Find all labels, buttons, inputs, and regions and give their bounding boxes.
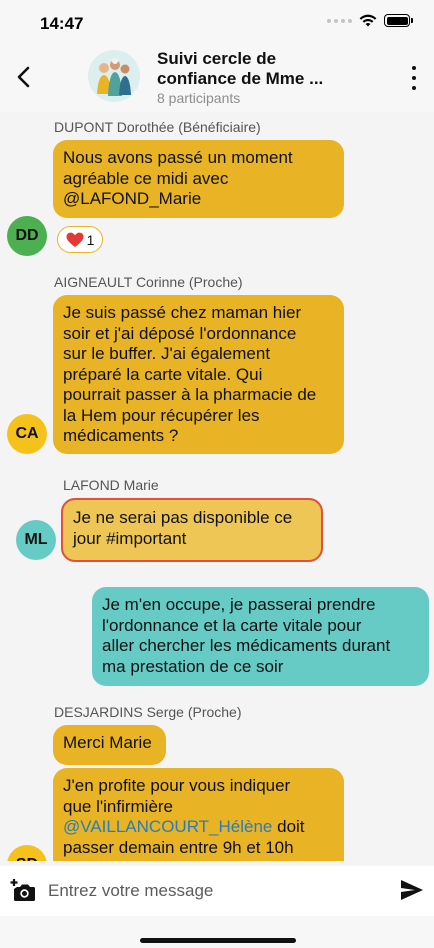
reaction-badge[interactable]: 1 bbox=[57, 226, 103, 253]
message-line: médicaments ? bbox=[63, 426, 179, 445]
sender-name: LAFOND Marie bbox=[63, 477, 159, 493]
chevron-left-icon bbox=[17, 66, 30, 88]
status-icons bbox=[327, 14, 413, 27]
message-line: Je suis passé chez maman hier bbox=[63, 303, 302, 322]
more-dot bbox=[412, 76, 416, 80]
avatar[interactable]: ML bbox=[16, 520, 56, 560]
heart-icon bbox=[66, 232, 84, 247]
important-message-bubble[interactable]: Je ne serai pas disponible ce jour #impo… bbox=[61, 498, 323, 562]
group-avatar[interactable] bbox=[88, 50, 140, 102]
sender-name: DESJARDINS Serge (Proche) bbox=[54, 704, 242, 720]
participants-count: 8 participants bbox=[157, 90, 241, 106]
message-line: la Hem pour récupérer les bbox=[63, 405, 260, 425]
send-icon bbox=[401, 880, 423, 900]
wifi-icon bbox=[359, 14, 377, 27]
message-line: Je ne serai pas disponible ce bbox=[73, 508, 293, 527]
battery-icon bbox=[384, 14, 413, 27]
message-line: @LAFOND_Marie bbox=[63, 189, 202, 208]
message-line: préparé la carte vitale. Qui bbox=[63, 364, 263, 384]
message-text: doit bbox=[272, 817, 305, 836]
message-line: Merci Marie bbox=[63, 733, 152, 752]
message-bubble[interactable]: Nous avons passé un moment agréable ce m… bbox=[53, 140, 344, 218]
family-illustration-icon bbox=[88, 50, 140, 102]
more-dot bbox=[412, 86, 416, 90]
message-line: agréable ce midi avec bbox=[63, 168, 229, 188]
group-title-line-2: confiance de Mme ... bbox=[157, 69, 324, 88]
message-line: soir et j'ai déposé l'ordonnance bbox=[63, 323, 297, 343]
message-line: l'ordonnance et la carte vitale pour bbox=[102, 615, 362, 635]
message-line: que l'infirmière bbox=[63, 796, 174, 816]
more-dot bbox=[412, 66, 416, 70]
sender-name: DUPONT Dorothée (Bénéficiaire) bbox=[54, 119, 261, 135]
sender-name: AIGNEAULT Corinne (Proche) bbox=[54, 274, 243, 290]
message-line: jour #important bbox=[73, 528, 187, 548]
message-line: J'en profite pour vous indiquer bbox=[63, 776, 291, 795]
cellular-signal-icon bbox=[327, 18, 352, 23]
status-bar: 14:47 bbox=[0, 0, 434, 44]
group-title-line-1: Suivi cercle de bbox=[157, 49, 277, 68]
camera-button[interactable] bbox=[10, 878, 36, 902]
avatar[interactable]: CA bbox=[7, 414, 47, 454]
message-line: @VAILLANCOURT_Hélène doit bbox=[63, 817, 334, 838]
home-indicator[interactable] bbox=[140, 938, 296, 943]
user-mention-link[interactable]: @VAILLANCOURT_Hélène bbox=[63, 817, 272, 836]
back-button[interactable] bbox=[10, 60, 36, 94]
message-line: ma prestation de ce soir bbox=[102, 656, 284, 676]
message-bubble[interactable]: Je suis passé chez maman hier soir et j'… bbox=[53, 295, 344, 454]
message-input[interactable] bbox=[48, 876, 378, 906]
message-line: passer demain entre 9h et 10h bbox=[63, 837, 294, 857]
chat-header: Suivi cercle de confiance de Mme ... 8 p… bbox=[0, 44, 434, 112]
own-message-bubble[interactable]: Je m'en occupe, je passerai prendre l'or… bbox=[92, 587, 429, 686]
add-photo-icon bbox=[10, 879, 35, 901]
message-line: aller chercher les médicaments durant bbox=[102, 636, 391, 655]
message-bubble[interactable]: Merci Marie bbox=[53, 725, 166, 765]
send-button[interactable] bbox=[400, 879, 424, 901]
avatar[interactable]: DD bbox=[7, 216, 47, 256]
group-title[interactable]: Suivi cercle de confiance de Mme ... bbox=[157, 49, 367, 89]
reaction-count: 1 bbox=[86, 231, 95, 248]
status-time: 14:47 bbox=[40, 14, 84, 33]
more-options-button[interactable] bbox=[406, 66, 422, 90]
message-input-bar bbox=[0, 866, 434, 916]
message-line: Nous avons passé un moment bbox=[63, 148, 293, 167]
message-line: pourrait passer à la pharmacie de bbox=[63, 385, 317, 404]
message-line: Je m'en occupe, je passerai prendre bbox=[102, 595, 376, 614]
avatar[interactable]: SD bbox=[7, 845, 47, 861]
message-bubble[interactable]: J'en profite pour vous indiquer que l'in… bbox=[53, 768, 344, 861]
message-line: sur le buffer. J'ai également bbox=[63, 344, 271, 363]
home-indicator-area bbox=[0, 916, 434, 948]
